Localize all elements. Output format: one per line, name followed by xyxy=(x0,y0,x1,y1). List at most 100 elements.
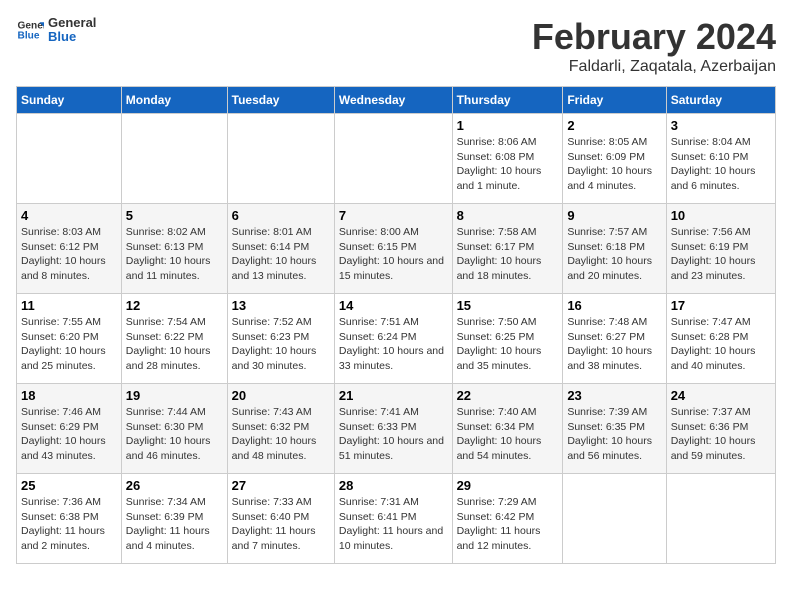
day-number: 3 xyxy=(671,118,771,133)
day-info: Sunrise: 8:01 AM Sunset: 6:14 PM Dayligh… xyxy=(232,225,330,284)
day-cell: 2 Sunrise: 8:05 AM Sunset: 6:09 PM Daylig… xyxy=(563,114,666,204)
day-info: Sunrise: 7:39 AM Sunset: 6:35 PM Dayligh… xyxy=(567,405,661,464)
day-info: Sunrise: 7:37 AM Sunset: 6:36 PM Dayligh… xyxy=(671,405,771,464)
header-wednesday: Wednesday xyxy=(334,87,452,114)
day-cell: 22Sunrise: 7:40 AM Sunset: 6:34 PM Dayli… xyxy=(452,384,563,474)
svg-text:Blue: Blue xyxy=(18,31,40,42)
day-number: 16 xyxy=(567,298,661,313)
day-cell: 4 Sunrise: 8:03 AM Sunset: 6:12 PM Daylig… xyxy=(17,204,122,294)
day-info: Sunrise: 7:50 AM Sunset: 6:25 PM Dayligh… xyxy=(457,315,559,374)
week-row-1: 1Sunrise: 8:06 AM Sunset: 6:08 PM Daylig… xyxy=(17,114,776,204)
day-number: 1 xyxy=(457,118,559,133)
day-info: Sunrise: 7:47 AM Sunset: 6:28 PM Dayligh… xyxy=(671,315,771,374)
day-cell: 11Sunrise: 7:55 AM Sunset: 6:20 PM Dayli… xyxy=(17,294,122,384)
header-row: SundayMondayTuesdayWednesdayThursdayFrid… xyxy=(17,87,776,114)
day-cell: 29 Sunrise: 7:29 AM Sunset: 6:42 PM Dayli… xyxy=(452,474,563,564)
day-number: 13 xyxy=(232,298,330,313)
day-info: Sunrise: 7:51 AM Sunset: 6:24 PM Dayligh… xyxy=(339,315,448,374)
day-info: Sunrise: 8:02 AM Sunset: 6:13 PM Dayligh… xyxy=(126,225,223,284)
day-info: Sunrise: 7:52 AM Sunset: 6:23 PM Dayligh… xyxy=(232,315,330,374)
day-number: 15 xyxy=(457,298,559,313)
day-cell: 28Sunrise: 7:31 AM Sunset: 6:41 PM Dayli… xyxy=(334,474,452,564)
logo-blue: Blue xyxy=(48,30,96,44)
week-row-3: 11Sunrise: 7:55 AM Sunset: 6:20 PM Dayli… xyxy=(17,294,776,384)
day-number: 7 xyxy=(339,208,448,223)
header-monday: Monday xyxy=(121,87,227,114)
logo-icon: General Blue xyxy=(16,16,44,44)
day-cell: 14 Sunrise: 7:51 AM Sunset: 6:24 PM Dayli… xyxy=(334,294,452,384)
day-number: 8 xyxy=(457,208,559,223)
day-info: Sunrise: 7:54 AM Sunset: 6:22 PM Dayligh… xyxy=(126,315,223,374)
day-info: Sunrise: 7:41 AM Sunset: 6:33 PM Dayligh… xyxy=(339,405,448,464)
day-number: 29 xyxy=(457,478,559,493)
day-cell: 3Sunrise: 8:04 AM Sunset: 6:10 PM Daylig… xyxy=(666,114,775,204)
day-number: 23 xyxy=(567,388,661,403)
day-number: 6 xyxy=(232,208,330,223)
page-header: General Blue General Blue February 2024 … xyxy=(16,16,776,76)
day-info: Sunrise: 8:00 AM Sunset: 6:15 PM Dayligh… xyxy=(339,225,448,284)
day-cell: 19 Sunrise: 7:44 AM Sunset: 6:30 PM Dayli… xyxy=(121,384,227,474)
day-number: 9 xyxy=(567,208,661,223)
day-cell: 20Sunrise: 7:43 AM Sunset: 6:32 PM Dayli… xyxy=(227,384,334,474)
day-info: Sunrise: 7:57 AM Sunset: 6:18 PM Dayligh… xyxy=(567,225,661,284)
day-cell xyxy=(17,114,122,204)
day-info: Sunrise: 7:58 AM Sunset: 6:17 PM Dayligh… xyxy=(457,225,559,284)
week-row-4: 18 Sunrise: 7:46 AM Sunset: 6:29 PM Dayli… xyxy=(17,384,776,474)
day-number: 2 xyxy=(567,118,661,133)
day-number: 11 xyxy=(21,298,117,313)
header-thursday: Thursday xyxy=(452,87,563,114)
day-cell: 21 Sunrise: 7:41 AM Sunset: 6:33 PM Dayli… xyxy=(334,384,452,474)
day-info: Sunrise: 7:44 AM Sunset: 6:30 PM Dayligh… xyxy=(126,405,223,464)
day-info: Sunrise: 7:33 AM Sunset: 6:40 PM Dayligh… xyxy=(232,495,330,554)
day-info: Sunrise: 7:40 AM Sunset: 6:34 PM Dayligh… xyxy=(457,405,559,464)
day-info: Sunrise: 7:36 AM Sunset: 6:38 PM Dayligh… xyxy=(21,495,117,554)
day-cell xyxy=(334,114,452,204)
day-cell xyxy=(121,114,227,204)
day-cell: 25 Sunrise: 7:36 AM Sunset: 6:38 PM Dayli… xyxy=(17,474,122,564)
day-info: Sunrise: 7:56 AM Sunset: 6:19 PM Dayligh… xyxy=(671,225,771,284)
week-row-2: 4 Sunrise: 8:03 AM Sunset: 6:12 PM Daylig… xyxy=(17,204,776,294)
day-info: Sunrise: 7:48 AM Sunset: 6:27 PM Dayligh… xyxy=(567,315,661,374)
day-cell: 24 Sunrise: 7:37 AM Sunset: 6:36 PM Dayli… xyxy=(666,384,775,474)
header-sunday: Sunday xyxy=(17,87,122,114)
day-number: 24 xyxy=(671,388,771,403)
day-cell: 8 Sunrise: 7:58 AM Sunset: 6:17 PM Daylig… xyxy=(452,204,563,294)
day-number: 4 xyxy=(21,208,117,223)
day-cell xyxy=(563,474,666,564)
logo-general: General xyxy=(48,16,96,30)
day-info: Sunrise: 7:34 AM Sunset: 6:39 PM Dayligh… xyxy=(126,495,223,554)
day-cell: 9 Sunrise: 7:57 AM Sunset: 6:18 PM Daylig… xyxy=(563,204,666,294)
day-info: Sunrise: 8:05 AM Sunset: 6:09 PM Dayligh… xyxy=(567,135,661,194)
day-cell: 18 Sunrise: 7:46 AM Sunset: 6:29 PM Dayli… xyxy=(17,384,122,474)
calendar-table: SundayMondayTuesdayWednesdayThursdayFrid… xyxy=(16,86,776,564)
day-cell: 7 Sunrise: 8:00 AM Sunset: 6:15 PM Daylig… xyxy=(334,204,452,294)
day-number: 21 xyxy=(339,388,448,403)
day-cell: 10Sunrise: 7:56 AM Sunset: 6:19 PM Dayli… xyxy=(666,204,775,294)
day-cell: 17 Sunrise: 7:47 AM Sunset: 6:28 PM Dayli… xyxy=(666,294,775,384)
day-cell: 16 Sunrise: 7:48 AM Sunset: 6:27 PM Dayli… xyxy=(563,294,666,384)
header-saturday: Saturday xyxy=(666,87,775,114)
day-number: 18 xyxy=(21,388,117,403)
day-info: Sunrise: 7:43 AM Sunset: 6:32 PM Dayligh… xyxy=(232,405,330,464)
day-cell: 6 Sunrise: 8:01 AM Sunset: 6:14 PM Daylig… xyxy=(227,204,334,294)
day-cell xyxy=(666,474,775,564)
day-cell: 1Sunrise: 8:06 AM Sunset: 6:08 PM Daylig… xyxy=(452,114,563,204)
day-cell: 23 Sunrise: 7:39 AM Sunset: 6:35 PM Dayli… xyxy=(563,384,666,474)
day-number: 25 xyxy=(21,478,117,493)
day-info: Sunrise: 7:31 AM Sunset: 6:41 PM Dayligh… xyxy=(339,495,448,554)
day-number: 17 xyxy=(671,298,771,313)
day-info: Sunrise: 7:46 AM Sunset: 6:29 PM Dayligh… xyxy=(21,405,117,464)
calendar-title: February 2024 xyxy=(532,16,776,58)
day-cell: 27 Sunrise: 7:33 AM Sunset: 6:40 PM Dayli… xyxy=(227,474,334,564)
day-cell: 15 Sunrise: 7:50 AM Sunset: 6:25 PM Dayli… xyxy=(452,294,563,384)
day-number: 27 xyxy=(232,478,330,493)
day-number: 14 xyxy=(339,298,448,313)
day-number: 19 xyxy=(126,388,223,403)
header-friday: Friday xyxy=(563,87,666,114)
day-cell: 13 Sunrise: 7:52 AM Sunset: 6:23 PM Dayli… xyxy=(227,294,334,384)
day-cell: 26Sunrise: 7:34 AM Sunset: 6:39 PM Dayli… xyxy=(121,474,227,564)
day-info: Sunrise: 8:03 AM Sunset: 6:12 PM Dayligh… xyxy=(21,225,117,284)
title-block: February 2024 Faldarli, Zaqatala, Azerba… xyxy=(532,16,776,76)
logo: General Blue General Blue xyxy=(16,16,96,45)
day-info: Sunrise: 7:29 AM Sunset: 6:42 PM Dayligh… xyxy=(457,495,559,554)
